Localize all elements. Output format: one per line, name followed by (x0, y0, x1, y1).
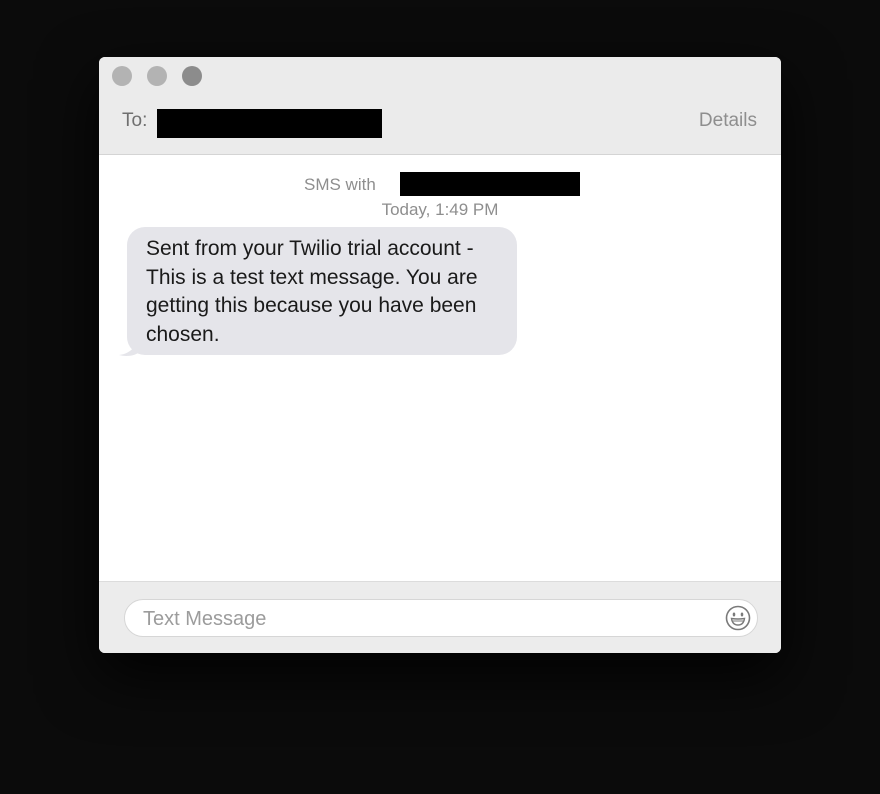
message-input-field[interactable] (124, 599, 758, 637)
minimize-window-button[interactable] (147, 66, 167, 86)
contact-redacted (400, 172, 580, 196)
to-label: To: (122, 110, 148, 131)
timestamp-text: Today, 1:49 PM (381, 200, 499, 219)
message-input[interactable] (141, 605, 705, 633)
details-button[interactable]: Details (699, 110, 757, 132)
message-text: Sent from your Twilio trial account - Th… (146, 237, 478, 346)
sms-with-label: SMS with (304, 175, 376, 194)
messages-window: To: Details SMS with Today, 1:49 PM Sent… (99, 57, 781, 653)
composer-bar (99, 581, 781, 653)
emoji-icon[interactable] (725, 605, 751, 631)
incoming-message-bubble[interactable]: Sent from your Twilio trial account - Th… (127, 227, 517, 355)
title-bar: To: Details (99, 57, 781, 155)
recipient-redacted[interactable] (157, 109, 382, 138)
conversation-area[interactable]: SMS with Today, 1:49 PM Sent from your T… (99, 155, 781, 581)
message-timestamp: Today, 1:49 PM (99, 200, 781, 220)
zoom-window-button[interactable] (182, 66, 202, 86)
close-window-button[interactable] (112, 66, 132, 86)
